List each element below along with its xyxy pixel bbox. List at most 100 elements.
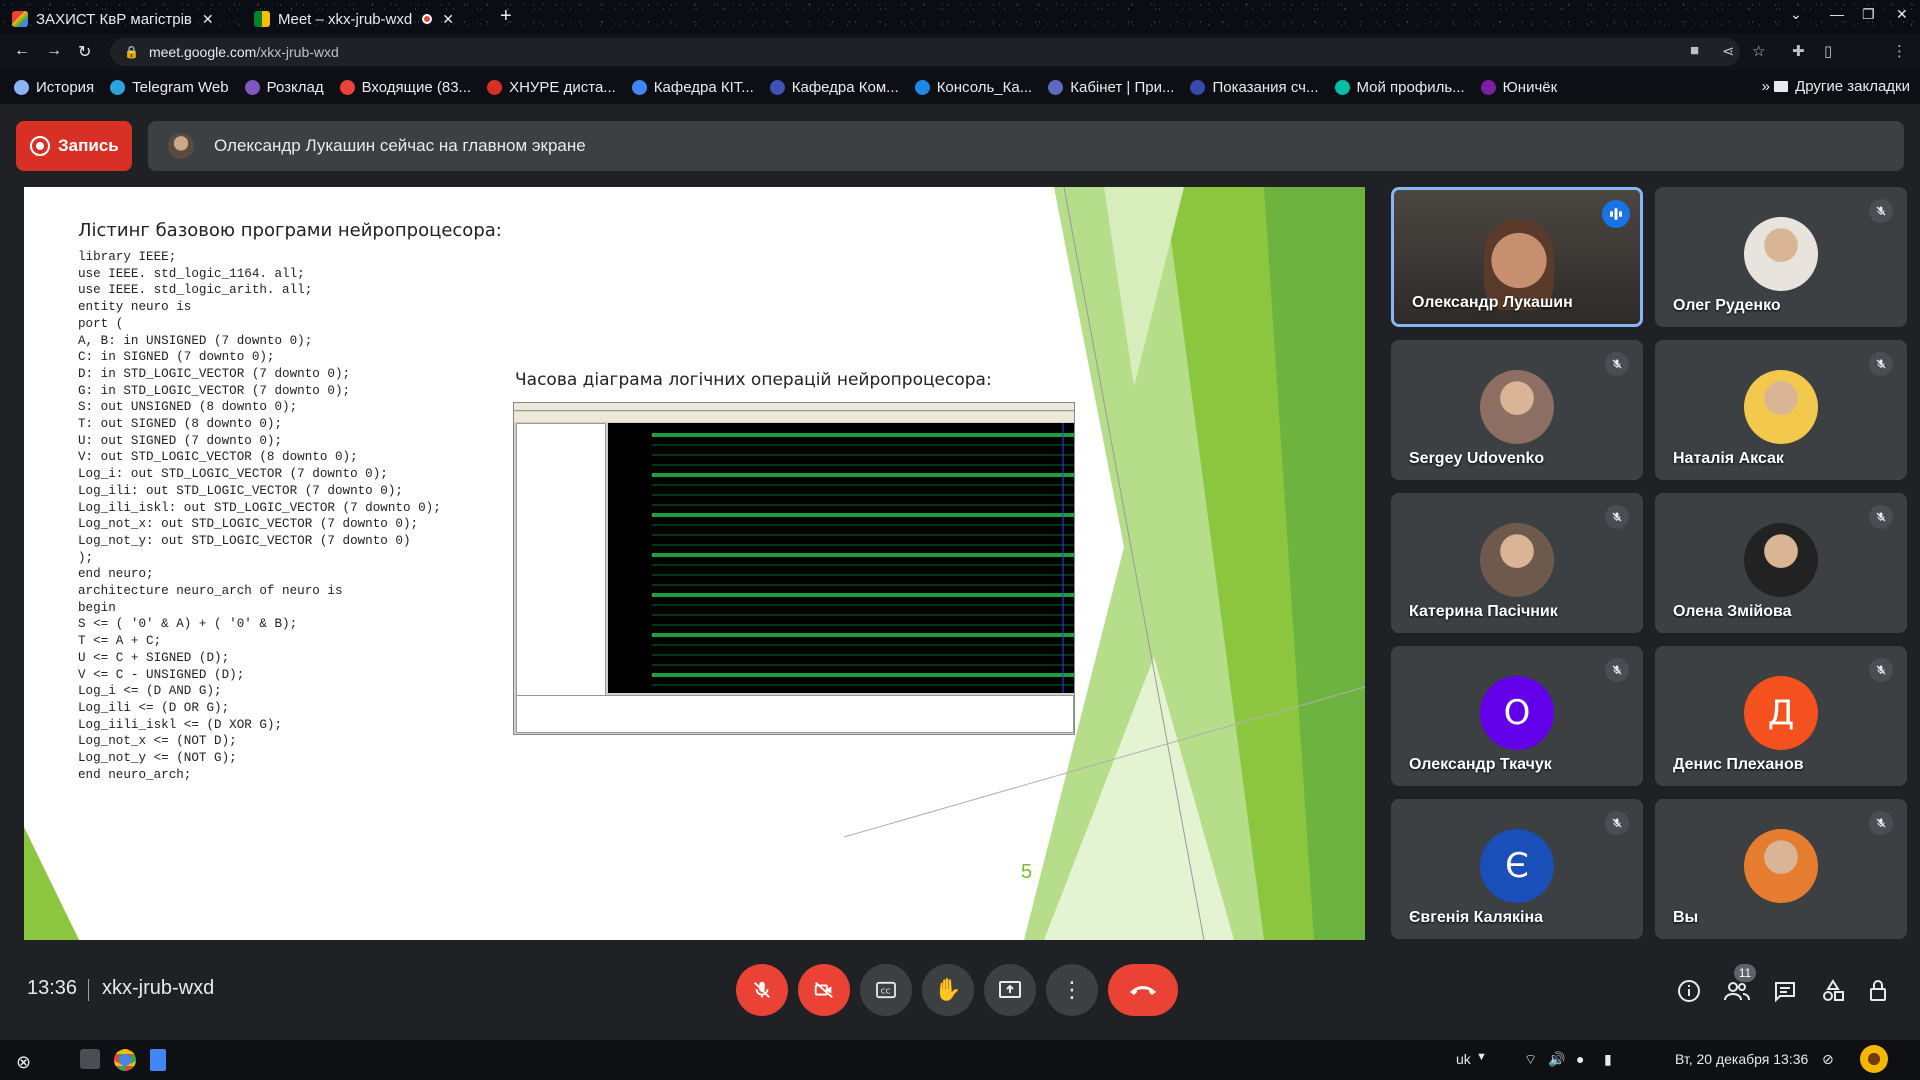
language-dropdown-icon[interactable]: ▼ [1476,1051,1487,1063]
nure-icon [487,79,503,95]
camera-in-use-icon[interactable]: ■ [1690,42,1699,59]
bookmark-label: Кафедра Ком... [791,78,899,96]
record-icon [30,136,50,156]
launcher-icon[interactable]: ⊗ [16,1052,31,1073]
tab-meet[interactable]: Meet – xkx-jrub-wxd ✕ [254,4,490,34]
volume-icon[interactable]: 🔊 [1548,1051,1565,1068]
close-window-icon[interactable]: ✕ [1896,6,1908,23]
new-tab-button[interactable]: + [500,5,512,28]
participant-tile[interactable]: Олександр Лукашин [1391,187,1643,327]
back-icon[interactable]: ← [14,42,30,60]
recording-button[interactable]: Запись [16,121,132,171]
url-host: meet.google.com [148,44,257,60]
browser-menu-icon[interactable]: ⋮ [1892,42,1907,60]
chrome-icon[interactable] [114,1049,136,1071]
docs-icon[interactable] [150,1049,166,1071]
code-line: G: in STD_LOGIC_VECTOR (7 downto 0); [78,383,351,398]
mic-off-button[interactable] [736,964,788,1016]
code-line: U <= C + SIGNED (D); [78,650,230,665]
svg-text:CC: CC [881,987,891,996]
browser-tab-bar: ЗАХИСТ КвР магістрів ✕ Meet – xkx-jrub-w… [0,0,1920,34]
host-controls-button[interactable] [1866,978,1892,1004]
bookmark-item[interactable]: Показания сч... [1190,79,1319,96]
bookmark-item[interactable]: Кафедра КІТ... [631,79,754,96]
user-avatar-tray[interactable] [1860,1045,1888,1073]
bookmark-item[interactable]: Кабінет | При... [1048,79,1174,96]
participant-name: Олена Змійова [1673,603,1792,620]
omnibox[interactable]: 🔒 meet.google.com/xkx-jrub-wxd [110,38,1740,66]
meeting-details-button[interactable] [1676,978,1702,1004]
bookmark-label: Входящие (83... [361,78,472,96]
bookmark-item[interactable]: История [14,79,94,96]
hang-up-icon [1130,986,1156,995]
restore-icon[interactable]: ❐ [1862,6,1875,23]
code-line: Log_ili: out STD_LOGIC_VECTOR (7 downto … [78,483,403,498]
battery-icon[interactable]: ▮ [1604,1051,1612,1068]
captions-button[interactable]: CC [860,964,912,1016]
muted-mic-icon [1605,658,1629,682]
close-tab-icon[interactable]: ✕ [202,11,214,28]
code-line: Log_not_y: out STD_LOGIC_VECTOR (7 downt… [78,533,411,548]
participant-tile[interactable]: Sergey Udovenko [1391,340,1643,480]
close-tab-icon[interactable]: ✕ [442,11,454,28]
other-bookmarks[interactable]: Другие закладки [1774,78,1910,95]
present-now-button[interactable] [984,964,1036,1016]
bookmark-item[interactable]: ХНУРЕ диста... [487,79,616,96]
chat-button[interactable] [1772,978,1798,1004]
recording-indicator-icon [422,14,433,24]
code-line: Log_not_y <= (NOT G); [78,751,237,766]
code-line: C: in SIGNED (7 downto 0); [78,350,275,365]
divider [88,979,89,1001]
participant-tile[interactable]: Наталія Аксак [1655,340,1907,480]
code-line: T <= A + C; [78,634,162,649]
tab-gmail[interactable]: ЗАХИСТ КвР магістрів ✕ [12,4,244,34]
bookmark-star-icon[interactable]: ☆ [1752,42,1765,60]
more-options-button[interactable]: ⋮ [1046,964,1098,1016]
bookmark-item[interactable]: Консоль_Ка... [914,79,1032,96]
participant-tile[interactable]: Вы [1655,799,1907,939]
bookmark-item[interactable]: Розклад [244,79,324,96]
participant-tile[interactable]: О Олександр Ткачук [1391,646,1643,786]
system-datetime[interactable]: Вт, 20 декабря 13:36 [1675,1051,1808,1067]
camera-off-button[interactable] [798,964,850,1016]
bookmark-item[interactable]: Мой профиль... [1334,79,1465,96]
code-line: end neuro; [78,567,154,582]
bookmark-item[interactable]: Входящие (83... [339,78,472,96]
forward-icon[interactable]: → [46,42,62,60]
minimize-icon[interactable]: — [1830,6,1844,22]
presentation-slide: Лістинг базовою програми нейропроцесора:… [24,187,1365,940]
participant-avatar [1480,370,1554,444]
participant-name: Катерина Пасічник [1409,603,1558,620]
participant-tile[interactable]: Є Євгенія Калякіна [1391,799,1643,939]
wifi-icon[interactable]: ⌔ [1524,1051,1537,1069]
reload-icon[interactable]: ↻ [78,42,91,62]
leave-call-button[interactable] [1108,964,1178,1016]
extensions-icon[interactable]: ✚ [1792,42,1805,60]
input-language[interactable]: uk [1456,1051,1471,1067]
bookmark-item[interactable]: Юничёк [1480,79,1557,96]
participant-tile[interactable]: Олег Руденко [1655,187,1907,327]
code-line: use IEEE. std_logic_arith. all; [78,283,313,298]
muted-mic-icon [1605,811,1629,835]
bookmark-item[interactable]: Кафедра Ком... [769,78,899,96]
participant-tile[interactable]: Д Денис Плеханов [1655,646,1907,786]
mic-tray-icon[interactable]: ● [1576,1051,1584,1067]
bookmarks-overflow-button[interactable]: » [1762,78,1770,95]
code-line: Log_ili <= (D OR G); [78,700,230,715]
presenter-avatar [168,133,194,159]
raise-hand-button[interactable]: ✋ [922,964,974,1016]
info-icon [1678,980,1700,1002]
share-icon[interactable]: ⋖ [1722,42,1735,60]
participant-tile[interactable]: Катерина Пасічник [1391,493,1643,633]
code-line: V <= C - UNSIGNED (D); [78,667,245,682]
code-line: U: out SIGNED (7 downto 0); [78,433,283,448]
do-not-disturb-icon[interactable]: ⊘ [1822,1051,1834,1068]
code-line: Log_not_x <= (NOT D); [78,734,237,749]
tab-search-icon[interactable]: ⌄ [1790,6,1802,23]
bookmark-item[interactable]: Telegram Web [110,79,229,96]
side-panel-icon[interactable]: ▯ [1824,42,1832,60]
muted-mic-icon [1869,199,1893,223]
participant-tile[interactable]: Олена Змійова [1655,493,1907,633]
activities-button[interactable] [1820,978,1846,1004]
store-icon[interactable] [80,1049,100,1069]
